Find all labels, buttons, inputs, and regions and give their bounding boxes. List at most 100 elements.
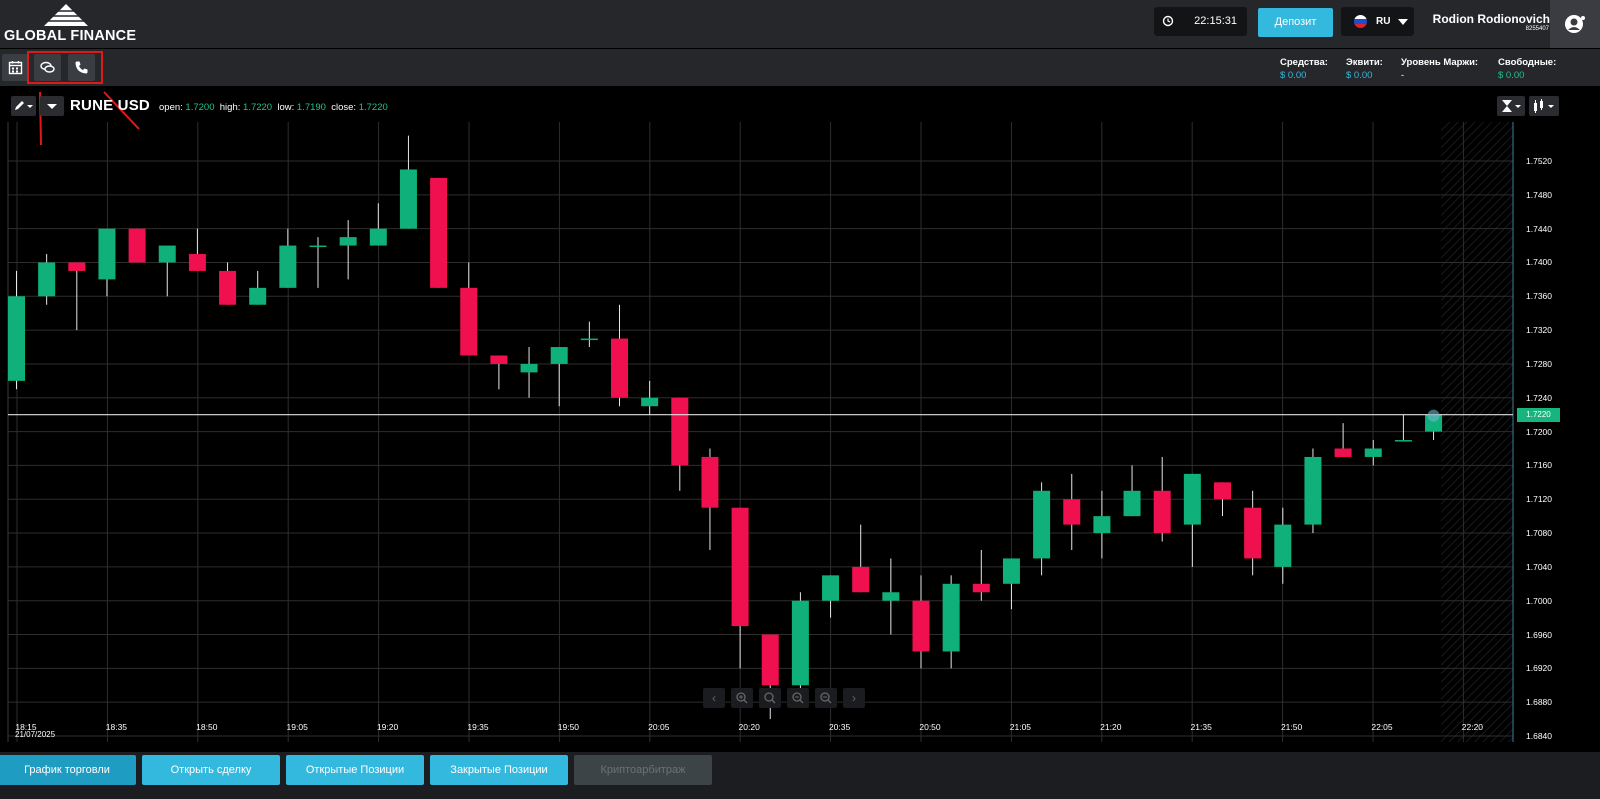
funds-label: Средства: [1280, 57, 1328, 68]
candle-body [339, 237, 357, 246]
y-tick-label: 1.6920 [1526, 663, 1552, 674]
open-label: open: [159, 102, 183, 113]
candle-body [1002, 558, 1020, 584]
candle-body [1183, 473, 1201, 525]
avatar[interactable] [1550, 0, 1600, 48]
candle-body [490, 355, 508, 364]
candle-body [791, 600, 809, 686]
x-tick-label: 19:20 [376, 722, 399, 732]
candle-body [430, 177, 448, 288]
calendar-icon [8, 61, 23, 75]
y-tick-label: 1.6840 [1526, 731, 1552, 741]
current-price-tag: 1.7220 [1517, 408, 1560, 422]
x-tick-label: 20:20 [738, 722, 760, 732]
y-tick-label: 1.7200 [1526, 426, 1552, 437]
candle-body [641, 397, 659, 407]
zoom-out-icon [792, 692, 804, 704]
ohlc-readout: open: 1.7200 high: 1.7220 low: 1.7190 cl… [159, 102, 388, 113]
candle-body [671, 397, 689, 466]
chart-type-button[interactable] [1529, 96, 1559, 116]
deposit-button[interactable]: Депозит [1258, 8, 1333, 37]
candle-body [822, 575, 840, 601]
symbol-dropdown-button[interactable] [40, 96, 64, 116]
chevron-down-icon [47, 104, 57, 109]
clock-time: 22:15:31 [1194, 15, 1237, 27]
logo[interactable]: GLOBAL FINANCE [2, 0, 140, 48]
hourglass-icon [1502, 100, 1521, 112]
tab-trading-chart[interactable]: График торговли [0, 755, 136, 785]
x-tick-label: 18:50 [196, 722, 218, 732]
zoom-reset-icon [764, 692, 776, 704]
candle-body [1123, 490, 1141, 517]
symbol-name: RUNE USD [70, 97, 150, 114]
candle-body [580, 338, 598, 341]
candle-body [1364, 448, 1382, 457]
low-label: low: [277, 102, 295, 113]
candle-body [309, 245, 327, 248]
equity-value: $ 0.00 [1346, 70, 1373, 81]
zoom-fit-button[interactable] [815, 688, 837, 708]
language-selector[interactable]: RU [1341, 7, 1414, 36]
funds-value: $ 0.00 [1280, 70, 1307, 81]
low-value: 1.7190 [296, 102, 326, 113]
language-code: RU [1376, 16, 1391, 27]
tab-open-positions[interactable]: Открытые Позиции [286, 755, 424, 785]
x-tick-label: 20:50 [919, 722, 941, 732]
candle-body [912, 600, 930, 652]
timeframe-button[interactable] [1497, 96, 1525, 116]
candle-body [1244, 507, 1262, 559]
y-tick-label: 1.6880 [1526, 697, 1552, 708]
candle-body [611, 338, 628, 398]
calendar-button[interactable] [2, 54, 29, 81]
candle-body [701, 456, 719, 508]
candle-body [1274, 524, 1292, 567]
user-name[interactable]: Rodion Rodionovich [1433, 12, 1550, 26]
zoom-reset-button[interactable] [759, 688, 781, 708]
candle-body [1093, 516, 1111, 534]
candles-icon [1534, 99, 1554, 113]
logo-mark-icon [44, 4, 90, 26]
logo-text: GLOBAL FINANCE [4, 28, 137, 44]
close-label: close: [331, 102, 357, 113]
scroll-left-button[interactable]: ‹ [703, 688, 725, 708]
candle-body [1033, 490, 1051, 559]
scroll-right-button[interactable]: › [843, 688, 865, 708]
candle-body [128, 228, 146, 263]
y-tick-label: 1.6960 [1526, 629, 1552, 640]
y-tick-label: 1.7080 [1526, 528, 1552, 539]
last-price-dot [1427, 409, 1440, 422]
free-margin-label: Свободные: [1498, 57, 1557, 68]
candle-body [8, 296, 25, 381]
candle-body [1394, 440, 1412, 442]
free-margin-value: $ 0.00 [1498, 70, 1525, 81]
drawing-tools-button[interactable] [11, 96, 36, 116]
equity-label: Эквити: [1346, 57, 1383, 68]
x-tick-label: 18:35 [105, 722, 128, 732]
zoom-in-button[interactable] [731, 688, 753, 708]
x-tick-label: 21:35 [1190, 722, 1212, 732]
candle-body [731, 507, 749, 627]
candle-body [882, 592, 900, 601]
x-tick-label: 19:35 [467, 722, 489, 732]
candle-body [1214, 482, 1231, 500]
y-tick-label: 1.7400 [1526, 257, 1552, 268]
x-tick-label: 19:05 [286, 722, 308, 732]
candle-body [279, 245, 297, 288]
tab-crypto-arbitrage[interactable]: Криптоарбитраж [574, 755, 712, 785]
user-id: 8255407 [1525, 26, 1549, 32]
candle-body [852, 566, 870, 593]
open-value: 1.7200 [185, 102, 215, 113]
tab-open-trade[interactable]: Открыть сделку [142, 755, 280, 785]
candle-body [460, 287, 478, 356]
user-icon [1565, 15, 1585, 33]
candlestick-chart[interactable] [0, 86, 1600, 752]
x-tick-label: 22:20 [1461, 722, 1484, 732]
pencil-icon [15, 101, 33, 110]
server-clock: 22:15:31 [1154, 7, 1247, 36]
candle-body [68, 262, 86, 271]
annotation-highlight-box [27, 51, 103, 84]
tab-closed-positions[interactable]: Закрытые Позиции [430, 755, 568, 785]
y-tick-label: 1.7360 [1526, 291, 1552, 302]
x-tick-label: 19:50 [557, 722, 580, 732]
zoom-out-button[interactable] [787, 688, 809, 708]
